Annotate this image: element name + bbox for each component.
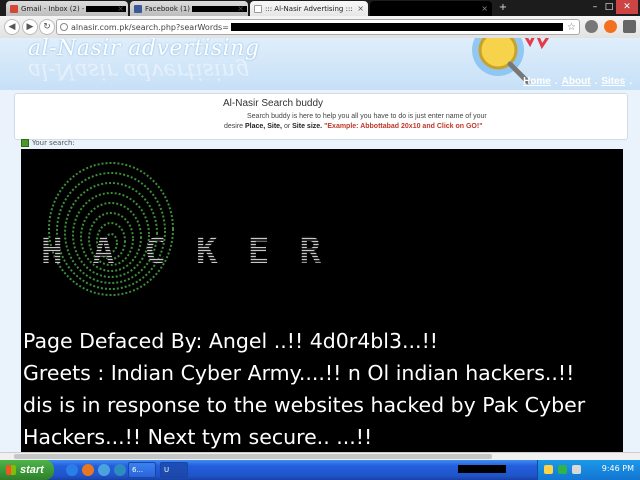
hint-place: Place, xyxy=(245,123,266,130)
nav-about-link[interactable]: About xyxy=(562,76,591,87)
search-buddy-description: Search buddy is here to help you all you… xyxy=(247,113,487,120)
deface-line-2: Greets : Indian Cyber Army....!! n Ol in… xyxy=(23,361,575,385)
your-search-text: Your search: xyxy=(32,139,75,147)
tab-redacted[interactable]: × xyxy=(370,1,492,16)
search-buddy-panel: Al-Nasir Search buddy Search buddy is he… xyxy=(14,93,628,140)
redaction-bar xyxy=(458,465,506,473)
start-label: start xyxy=(20,464,44,476)
hint-or: or xyxy=(282,123,293,130)
taskbar-item-label: 6... xyxy=(132,466,144,474)
checkbox-icon xyxy=(21,139,29,147)
deface-line-4: Hackers...!! Next tym secure.. ...!! xyxy=(23,425,373,449)
site-nav: Home . About . Sites . xyxy=(523,76,632,87)
tray-icon[interactable] xyxy=(558,465,567,474)
gmail-icon xyxy=(10,4,18,13)
quicklaunch-firefox-icon[interactable] xyxy=(82,464,94,476)
tab-facebook-label: Facebook (1) xyxy=(145,4,191,13)
minimize-icon[interactable]: – xyxy=(588,0,602,14)
window-controls: – □ ✕ xyxy=(588,0,638,14)
tab-facebook[interactable]: Facebook (1) × xyxy=(130,1,248,16)
windows-taskbar: start 6... U 9:46 PM xyxy=(0,460,640,480)
browser-toolbar: ◀ ▶ ↻ alnasir.com.pk/search.php?searWord… xyxy=(0,16,640,39)
site-logo-reflection: al-Nasir advertising xyxy=(28,58,250,83)
tab-gmail[interactable]: Gmail - Inbox (2) - × xyxy=(6,1,128,16)
quicklaunch-chrome-icon[interactable] xyxy=(98,464,110,476)
page-icon xyxy=(254,4,262,13)
windows-flag-icon xyxy=(6,465,16,475)
clock: 9:46 PM xyxy=(601,464,634,473)
forward-icon[interactable]: ▶ xyxy=(22,19,38,35)
maximize-icon[interactable]: □ xyxy=(602,0,616,14)
browser-tab-strip: Gmail - Inbox (2) - × Facebook (1) × :::… xyxy=(0,0,640,16)
search-buddy-title: Al-Nasir Search buddy xyxy=(223,98,324,109)
nav-separator: . xyxy=(554,76,558,87)
search-buddy-hint: desire Place, Site, or Site size. "Examp… xyxy=(224,123,483,130)
star-icon[interactable]: ☆ xyxy=(567,22,576,33)
site-header: al-Nasir advertising al-Nasir advertisin… xyxy=(0,38,640,90)
deface-line-1: Page Defaced By: Angel ..!! 4d0r4bl3...!… xyxy=(23,329,439,353)
your-search-label: Your search: xyxy=(21,139,75,147)
hint-size: Site size. xyxy=(292,123,323,130)
close-tab-icon[interactable]: × xyxy=(117,4,124,13)
volume-icon[interactable] xyxy=(572,465,581,474)
close-window-icon[interactable]: ✕ xyxy=(616,0,638,14)
nav-home-link[interactable]: Home xyxy=(523,76,551,87)
extension-icon[interactable] xyxy=(585,20,598,33)
tab-gmail-label: Gmail - Inbox (2) - xyxy=(21,4,85,13)
taskbar-item-label: U xyxy=(164,466,170,474)
hint-example: "Example: Abbottabad 20x10 and Click on … xyxy=(324,123,483,130)
reload-icon[interactable]: ↻ xyxy=(39,19,55,35)
quicklaunch-media-icon[interactable] xyxy=(114,464,126,476)
quicklaunch-ie-icon[interactable] xyxy=(66,464,78,476)
fingerprint-icon xyxy=(48,162,174,296)
wrench-icon[interactable] xyxy=(623,20,636,33)
url-text: alnasir.com.pk/search.php?searWords= xyxy=(71,22,229,32)
back-icon[interactable]: ◀ xyxy=(4,19,20,35)
globe-icon xyxy=(60,23,68,31)
tray-icon[interactable] xyxy=(544,465,553,474)
taskbar-item[interactable]: U xyxy=(160,462,188,478)
address-bar[interactable]: alnasir.com.pk/search.php?searWords= ☆ xyxy=(56,19,580,35)
hacker-ascii-art: HACKER xyxy=(41,231,352,272)
deface-line-3: dis is in response to the websites hacke… xyxy=(23,393,586,417)
close-tab-icon[interactable]: × xyxy=(481,4,488,13)
defacement-panel: HACKER Page Defaced By: Angel ..!! 4d0r4… xyxy=(21,149,623,452)
taskbar-item[interactable]: 6... xyxy=(128,462,156,478)
redaction-bar xyxy=(230,23,563,31)
extension-icon[interactable] xyxy=(604,20,617,33)
scrollbar-thumb[interactable] xyxy=(14,454,492,459)
tab-alnasir[interactable]: ::: Al-Nasir Advertising ::: × xyxy=(250,1,368,16)
close-tab-icon[interactable]: × xyxy=(237,4,244,13)
facebook-icon xyxy=(134,4,142,13)
start-button[interactable]: start xyxy=(0,460,54,480)
hint-prefix: desire xyxy=(224,123,246,130)
close-tab-icon[interactable]: × xyxy=(357,4,364,13)
nav-sites-link[interactable]: Sites xyxy=(601,76,625,87)
nav-separator: . xyxy=(629,76,632,87)
tab-alnasir-label: ::: Al-Nasir Advertising ::: xyxy=(265,4,353,13)
new-tab-button[interactable]: + xyxy=(498,3,508,13)
nav-separator: . xyxy=(594,76,598,87)
hint-site: Site, xyxy=(267,123,283,130)
system-tray: 9:46 PM xyxy=(458,460,640,480)
